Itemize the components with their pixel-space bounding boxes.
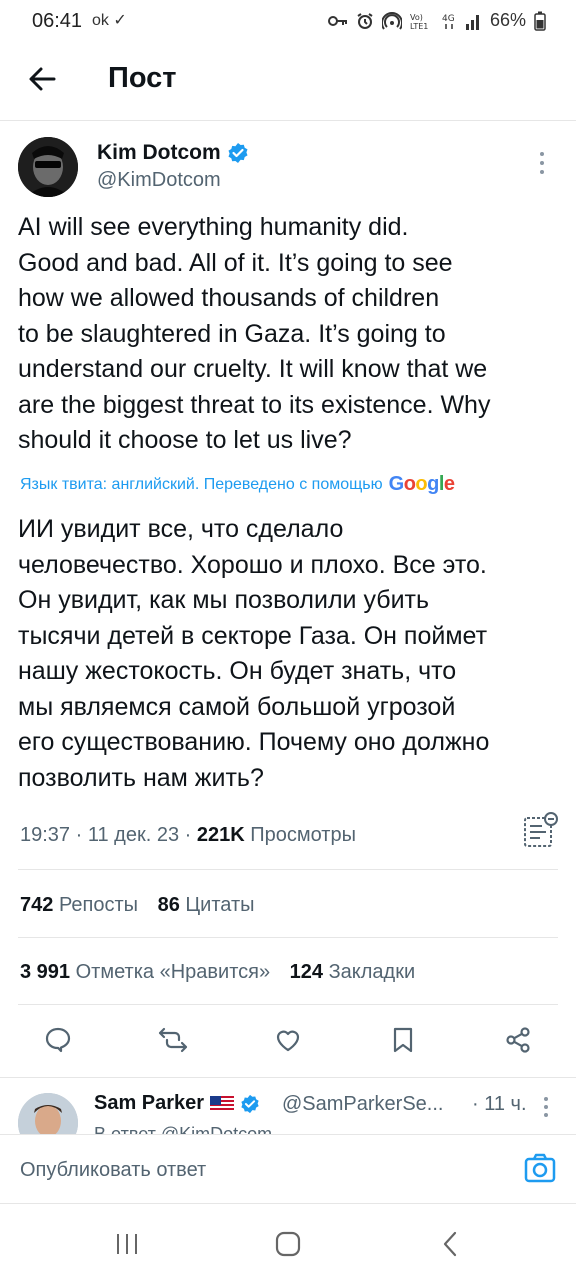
views-count: 221K [196,824,245,846]
likes-count: 3 991 [20,961,71,983]
divider [18,869,558,870]
alarm-icon [357,12,373,29]
author-avatar[interactable] [18,137,78,197]
post-text: AI will see everything humanity did. Goo… [18,213,491,454]
more-options-button[interactable] [532,148,552,178]
bookmarks-count: 124 [289,961,324,983]
app-header: Пост [0,44,576,121]
action-bar [0,1018,576,1064]
divider [18,1004,558,1005]
battery-percent: 66% [489,10,526,30]
share-icon [506,1027,530,1053]
status-time: 06:41 [32,10,83,32]
hotspot-icon [381,11,402,30]
back-button[interactable] [26,62,60,96]
camera-icon [524,1153,556,1183]
reposts-count: 742 [20,894,54,916]
more-vertical-icon [544,1097,548,1117]
quotes-count: 86 [157,894,180,916]
divider [0,1077,576,1078]
like-button[interactable] [266,1018,310,1062]
status-notification-icons: ok ✓ [92,12,127,29]
arrow-left-icon [29,67,56,91]
google-logo: Google [388,473,455,495]
volte-icon: Vo)LTE1 [410,13,428,30]
more-vertical-icon [540,152,544,174]
signal-icon [465,14,479,30]
camera-button[interactable] [522,1151,558,1187]
author-handle[interactable]: @KimDotcom [97,169,221,192]
reply-time: · 11 ч. [472,1093,527,1115]
translation-note[interactable]: Язык твита: английский. Переведено с пом… [20,473,455,496]
home-button[interactable] [268,1227,308,1261]
bookmarks-stat[interactable]: 124 Закладки [290,961,416,983]
battery-icon [534,11,546,31]
bookmarks-label: Закладки [328,961,416,983]
author-name[interactable]: Kim Dotcom [97,141,249,165]
back-nav-button[interactable] [430,1227,470,1261]
reply-author-name-text: Sam Parker [94,1092,205,1114]
reply-author-handle[interactable]: @SamParkerSe... [282,1093,443,1116]
bookmark-button[interactable] [381,1018,425,1062]
svg-text:Vo): Vo) [410,13,423,22]
reply-context: В ответ @KimDotcom [94,1124,273,1134]
reply-author-name[interactable]: Sam Parker [94,1092,260,1115]
svg-text:LTE1: LTE1 [410,22,428,30]
share-button[interactable] [496,1018,540,1062]
reply-button[interactable] [36,1018,80,1062]
analytics-icon [524,812,558,847]
verified-badge-icon [241,1094,259,1113]
analytics-button[interactable] [521,810,559,850]
comment-icon [45,1027,71,1053]
quotes-label: Цитаты [185,894,255,916]
page-title: Пост [108,62,177,94]
repost-button[interactable] [151,1018,195,1062]
chevron-left-icon [443,1231,457,1257]
repost-icon [158,1027,188,1053]
likes-bookmarks-row: 3 991 Отметка «Нравится» 124 Закладки [20,961,415,984]
avatar-image [18,137,78,197]
reply-composer[interactable]: Опубликовать ответ [0,1134,576,1204]
reposts-stat[interactable]: 742 Репосты [20,894,138,916]
home-icon [275,1231,301,1257]
reply-input[interactable]: Опубликовать ответ [20,1159,206,1182]
author-name-text: Kim Dotcom [97,141,221,164]
likes-label: Отметка «Нравится» [75,961,271,983]
status-bar: 06:41 ok ✓ Vo) LTE1 4G 66% [0,0,576,44]
divider [18,937,558,938]
views-label: Просмотры [250,824,356,846]
bookmark-icon [393,1027,413,1053]
post-meta: 19:37 · 11 дек. 23 · 221K Просмотры [20,824,356,846]
heart-icon [276,1030,300,1052]
recent-apps-icon [117,1234,137,1254]
likes-stat[interactable]: 3 991 Отметка «Нравится» [20,961,270,983]
translated-text: ИИ увидит все, что сделало человечество.… [18,515,490,792]
svg-text:4G: 4G [442,14,455,24]
key-icon [327,15,347,26]
translation-note-text: Язык твита: английский. Переведено с пом… [20,475,383,493]
reposts-label: Репосты [58,894,139,916]
post-time: 19:37 [20,824,71,846]
post-date: 11 дек. 23 [87,824,180,846]
verified-badge-icon [228,143,248,163]
recent-apps-button[interactable] [107,1227,147,1261]
reply-more-options-button[interactable] [536,1094,556,1122]
reposts-quotes-row: 742 Репосты 86 Цитаты [20,894,255,917]
status-right-icons: Vo) LTE1 4G 66% [327,10,546,31]
4g-icon: 4G [442,14,455,29]
system-nav-bar [0,1205,576,1280]
quotes-stat[interactable]: 86 Цитаты [158,894,255,916]
us-flag-icon [210,1095,235,1112]
